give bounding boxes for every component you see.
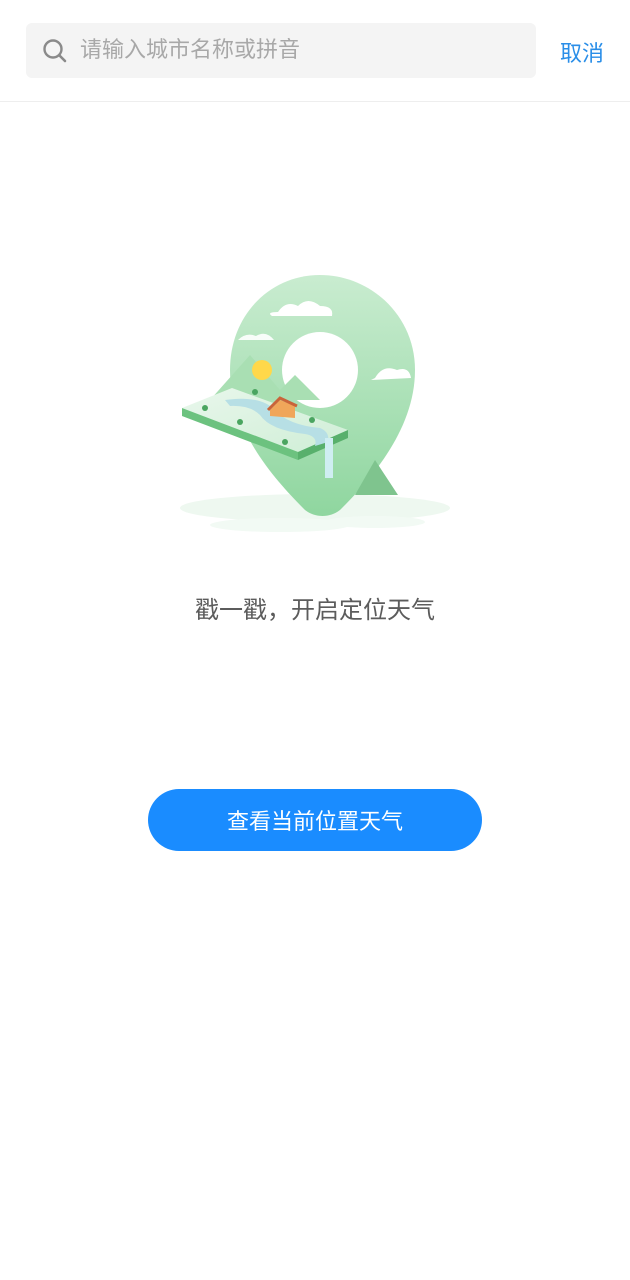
search-header: 取消 — [0, 0, 630, 102]
search-icon — [40, 36, 70, 66]
locate-hint-text: 戳一戳，开启定位天气 — [195, 596, 435, 624]
location-weather-illustration — [170, 260, 460, 560]
search-box[interactable] — [26, 23, 536, 78]
search-input[interactable] — [78, 37, 522, 64]
view-current-location-weather-button[interactable]: 查看当前位置天气 — [148, 789, 482, 851]
city-search-page: 取消 — [0, 0, 630, 1280]
cancel-button[interactable]: 取消 — [560, 36, 604, 68]
